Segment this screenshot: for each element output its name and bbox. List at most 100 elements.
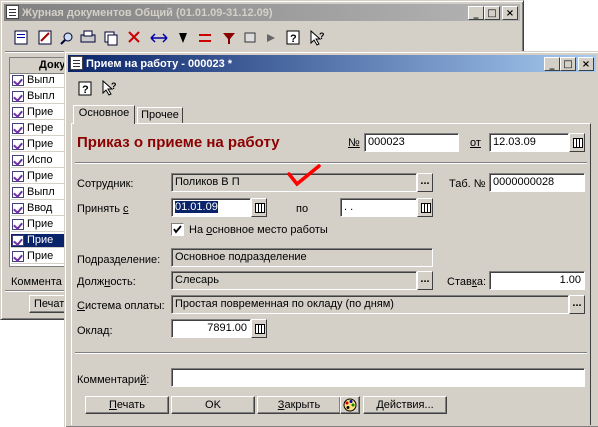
main-job-checkbox[interactable] <box>171 223 184 236</box>
column-header: Доку <box>39 59 66 71</box>
employee-select-button[interactable]: ... <box>417 173 433 192</box>
dialog-title: Прием на работу - 000023 * <box>86 57 233 70</box>
print-button[interactable]: Печать <box>85 396 169 414</box>
pay-system-label: Система оплаты: <box>77 300 165 312</box>
whats-this-icon: ? <box>102 79 117 96</box>
document-status-icon <box>12 107 24 118</box>
svg-text:?: ? <box>82 84 89 96</box>
journal-toolbar: ? ? <box>11 29 341 47</box>
ok-button[interactable]: OK <box>171 396 255 414</box>
edit-document-icon <box>38 30 52 45</box>
list-item-label: Выпл <box>27 186 55 198</box>
hire-dialog[interactable]: Прием на работу - 000023 * _ □ × ? ? Осн… <box>64 51 598 427</box>
comment-label: Комментарий: <box>77 374 150 386</box>
date-field[interactable]: 12.03.09 <box>489 133 569 152</box>
comment-field[interactable] <box>171 368 585 387</box>
number-field[interactable]: 000023 <box>364 133 459 152</box>
date-calendar-button[interactable] <box>569 133 585 152</box>
journal-list[interactable]: Доку Выпл Выпл Прие Пере Прие Испо Прие Выпл Вво… <box>9 57 71 267</box>
actions-button[interactable]: Действия... <box>363 396 447 414</box>
number-label: № <box>348 137 360 149</box>
forward-icon <box>267 34 275 42</box>
salary-field[interactable]: 7891.00 <box>171 319 251 338</box>
svg-text:?: ? <box>290 33 297 45</box>
position-select-button[interactable]: ... <box>417 271 433 290</box>
close-button[interactable]: × <box>578 57 594 71</box>
refresh-icon <box>244 32 256 43</box>
list-item-label: Выпл <box>27 90 55 102</box>
tab-number-label: Таб. № <box>449 178 486 190</box>
pay-system-field[interactable]: Простая повременная по окладу (по дням) <box>171 295 569 314</box>
list-item[interactable]: Прие <box>11 106 69 120</box>
maximize-button[interactable]: □ <box>484 6 500 20</box>
minimize-button[interactable]: _ <box>544 57 560 71</box>
document-status-icon <box>12 251 24 262</box>
order-heading: Приказ о приеме на работу <box>77 134 280 151</box>
list-item[interactable]: Прие <box>11 250 69 264</box>
list-item-label: Прие <box>27 218 54 230</box>
help-icon: ? <box>78 81 92 96</box>
list-item[interactable]: Выпл <box>11 186 69 200</box>
employee-label: Сотрудник: <box>77 178 134 190</box>
list-item-label: Прие <box>27 138 54 150</box>
list-item[interactable]: Выпл <box>11 90 69 104</box>
list-header[interactable]: Доку <box>10 58 70 74</box>
list-item-label: Прие <box>27 250 54 262</box>
print-icon <box>80 30 96 43</box>
palette-button[interactable] <box>340 396 360 414</box>
tab-main[interactable]: Основное <box>73 105 135 124</box>
journal-title-bar[interactable]: Журная документов Общий (01.01.09-31.12.… <box>4 4 520 21</box>
document-status-icon <box>12 139 24 150</box>
tab-number-field[interactable]: 0000000028 <box>489 173 585 192</box>
tab-other[interactable]: Прочее <box>137 107 183 123</box>
hire-from-field[interactable]: 01.01.09 <box>171 198 251 217</box>
document-status-icon <box>12 75 24 86</box>
list-item-label: Прие <box>27 106 54 118</box>
position-label: Должность: <box>77 276 136 288</box>
list-item[interactable]: Ввод <box>11 202 69 216</box>
dialog-title-bar[interactable]: Прием на работу - 000023 * <box>68 55 596 72</box>
hire-to-field[interactable]: . . <box>340 198 417 217</box>
list-item-label: Испо <box>27 154 53 166</box>
pay-system-select-button[interactable]: ... <box>569 295 585 314</box>
hire-to-calendar-button[interactable] <box>417 198 433 217</box>
list-item[interactable]: Выпл <box>11 74 69 88</box>
check-icon <box>173 225 182 234</box>
list-item[interactable]: Прие <box>11 218 69 232</box>
dialog-toolbar: ? ? <box>75 79 135 97</box>
hire-to-label: по <box>296 203 309 215</box>
position-field[interactable]: Слесарь <box>171 271 417 290</box>
document-status-icon <box>12 155 24 166</box>
date-label: от <box>470 137 481 149</box>
find-icon <box>60 32 73 45</box>
list-item[interactable]: Прие <box>11 170 69 184</box>
list-item[interactable]: Пере <box>11 122 69 136</box>
maximize-button[interactable]: □ <box>560 57 576 71</box>
list-item[interactable]: Прие <box>11 234 69 248</box>
list-item-label: Ввод <box>27 202 53 214</box>
main-job-label: На основное место работы <box>189 224 328 236</box>
svg-text:?: ? <box>319 31 325 41</box>
salary-calculator-button[interactable] <box>251 319 267 338</box>
filter-icon <box>223 33 235 44</box>
document-status-icon <box>12 203 24 214</box>
list-item[interactable]: Прие <box>11 138 69 152</box>
palette-icon <box>343 398 357 412</box>
list-item[interactable]: Испо <box>11 154 69 168</box>
list-item-label: Прие <box>27 170 54 182</box>
new-document-icon <box>14 30 28 45</box>
list-item-label: Прие <box>27 234 54 246</box>
close-button[interactable]: × <box>502 6 518 20</box>
department-field[interactable]: Основное подразделение <box>171 248 433 267</box>
move-icon <box>199 34 211 42</box>
interval-icon <box>150 33 168 43</box>
rate-field[interactable]: 1.00 <box>489 271 585 290</box>
journal-title: Журная документов Общий (01.01.09-31.12.… <box>22 6 273 19</box>
close-dialog-button[interactable]: Закрыть <box>257 396 341 414</box>
document-status-icon <box>12 123 24 134</box>
salary-label: Оклад: <box>77 325 113 337</box>
minimize-button[interactable]: _ <box>468 6 484 20</box>
help-icon: ? <box>286 30 300 45</box>
hire-from-calendar-button[interactable] <box>251 198 267 217</box>
hire-from-label: Принять с <box>77 203 129 215</box>
